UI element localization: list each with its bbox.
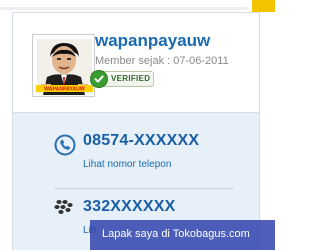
- check-icon: [90, 70, 108, 88]
- blackberry-icon: [54, 199, 74, 220]
- contact-divider: [54, 188, 234, 189]
- seller-profile: WAPANPAYAUW wapanpayauw Member sejak : 0…: [13, 13, 259, 112]
- top-divider: [0, 7, 248, 10]
- member-since: Member sejak : 07-06-2011: [95, 55, 229, 67]
- phone-icon: [54, 134, 76, 161]
- seller-name[interactable]: wapanpayauw: [95, 31, 210, 51]
- show-phone-link[interactable]: Lihat nomor telepon: [83, 159, 171, 170]
- seller-panel: WAPANPAYAUW wapanpayauw Member sejak : 0…: [12, 12, 260, 250]
- phone-number: 08574-XXXXXX: [83, 132, 200, 149]
- store-overlay: Lapak saya di Tokobagus.com: [90, 220, 275, 250]
- avatar[interactable]: WAPANPAYAUW: [32, 34, 95, 97]
- bb-pin: 332XXXXXX: [83, 198, 176, 215]
- header-accent: [252, 0, 275, 12]
- verified-label: VERIFIED: [111, 74, 151, 83]
- overlay-text: Lapak saya di Tokobagus.com: [102, 228, 250, 240]
- top-strip: [0, 0, 275, 12]
- verified-badge: VERIFIED: [90, 70, 154, 88]
- page-edge: [269, 12, 275, 250]
- avatar-caption: WAPANPAYAUW: [44, 87, 85, 93]
- avatar-image: WAPANPAYAUW: [33, 35, 94, 96]
